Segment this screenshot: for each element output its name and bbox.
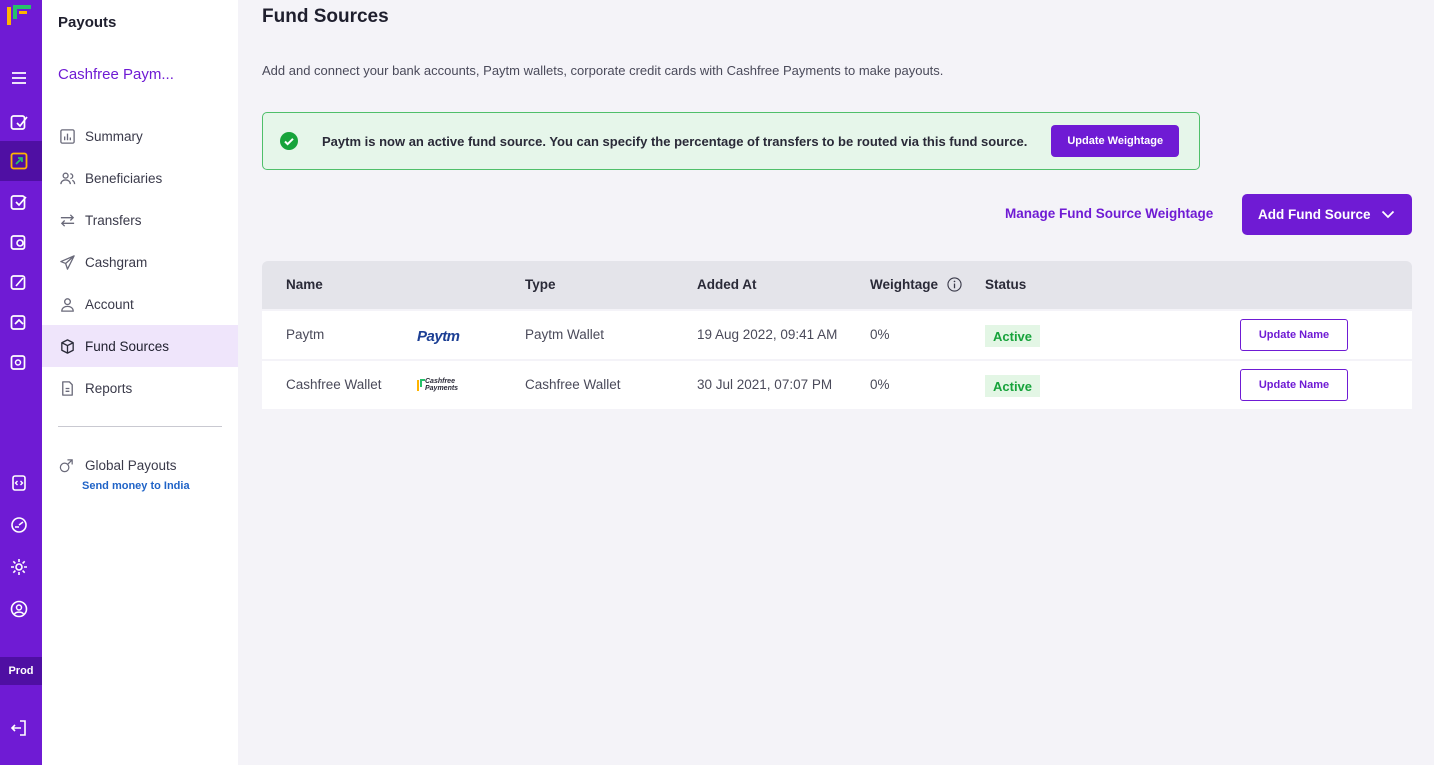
page-description: Add and connect your bank accounts, Payt… bbox=[262, 63, 944, 78]
fund-source-weightage: 0% bbox=[870, 377, 890, 392]
paytm-logo-text: Paytm bbox=[417, 328, 460, 345]
sidebar-item-label: Summary bbox=[85, 128, 143, 144]
sidebar-item-label: Account bbox=[85, 296, 134, 312]
cashfree-logo-text: Cashfree Payments bbox=[425, 378, 458, 392]
sidebar-item-label: Beneficiaries bbox=[85, 170, 163, 186]
product-icon[interactable] bbox=[8, 271, 30, 293]
transfer-arrows-icon bbox=[58, 211, 76, 229]
paytm-logo: Paytm bbox=[417, 328, 460, 345]
global-payouts-label: Global Payouts bbox=[85, 457, 177, 473]
box-icon bbox=[58, 337, 76, 355]
global-payouts-link[interactable]: Global Payouts bbox=[58, 456, 190, 474]
sidebar-item-label: Fund Sources bbox=[85, 338, 170, 354]
profile-icon[interactable] bbox=[8, 598, 30, 620]
add-fund-source-button[interactable]: Add Fund Source bbox=[1242, 194, 1412, 235]
sidebar-item-label: Transfers bbox=[85, 212, 142, 228]
banner-message: Paytm is now an active fund source. You … bbox=[322, 133, 1028, 149]
bar-chart-icon bbox=[58, 127, 76, 145]
sidebar-item-fund-sources[interactable]: Fund Sources bbox=[42, 325, 238, 367]
cashfree-logo: Cashfree Payments bbox=[417, 378, 458, 392]
product-icon[interactable] bbox=[8, 311, 30, 333]
sidebar-item-label: Reports bbox=[85, 380, 133, 396]
send-money-to-india-link[interactable]: Send money to India bbox=[82, 480, 190, 492]
sidebar-item-cashgram[interactable]: Cashgram bbox=[42, 241, 238, 283]
developers-icon[interactable] bbox=[8, 472, 30, 494]
page-title: Fund Sources bbox=[262, 6, 389, 27]
fund-source-weightage: 0% bbox=[870, 327, 890, 342]
sidebar-item-summary[interactable]: Summary bbox=[42, 115, 238, 157]
cashfree-logo-line-2: Payments bbox=[425, 385, 459, 392]
analytics-icon[interactable] bbox=[8, 514, 30, 536]
side-navigation: Payouts Cashfree Paym... Summary Benefic… bbox=[42, 0, 238, 765]
global-payouts-section: Global Payouts Send money to India bbox=[58, 456, 190, 492]
column-header-weightage: Weightage bbox=[870, 277, 962, 292]
fund-source-added-at: 30 Jul 2021, 07:07 PM bbox=[697, 377, 833, 392]
cashfree-logo-line-1: Cashfree bbox=[425, 378, 455, 385]
settings-icon[interactable] bbox=[8, 556, 30, 578]
update-name-button[interactable]: Update Name bbox=[1240, 369, 1348, 401]
fund-sources-table: Name Type Added At Weightage Status Payt… bbox=[262, 261, 1412, 409]
chevron-down-icon bbox=[1381, 210, 1395, 219]
globe-transfer-icon bbox=[58, 456, 76, 474]
weightage-header-label: Weightage bbox=[870, 277, 939, 292]
fund-source-name: Paytm bbox=[286, 327, 325, 342]
success-banner: Paytm is now an active fund source. You … bbox=[262, 112, 1200, 170]
user-icon bbox=[58, 295, 76, 313]
column-header-name: Name bbox=[286, 277, 323, 292]
info-icon[interactable] bbox=[947, 277, 962, 292]
icon-rail: Prod bbox=[0, 0, 42, 765]
fund-source-name: Cashfree Wallet bbox=[286, 377, 382, 392]
sidebar-item-label: Cashgram bbox=[85, 254, 148, 270]
fund-source-type: Cashfree Wallet bbox=[525, 377, 621, 392]
payment-gateway-icon[interactable] bbox=[8, 111, 30, 133]
sidebar-item-account[interactable]: Account bbox=[42, 283, 238, 325]
status-badge: Active bbox=[985, 325, 1041, 347]
merchant-selector[interactable]: Cashfree Paym... bbox=[58, 66, 174, 83]
update-name-button[interactable]: Update Name bbox=[1240, 319, 1348, 351]
fund-source-added-at: 19 Aug 2022, 09:41 AM bbox=[697, 327, 838, 342]
paper-plane-icon bbox=[58, 253, 76, 271]
column-header-type: Type bbox=[525, 277, 556, 292]
sidebar-item-beneficiaries[interactable]: Beneficiaries bbox=[42, 157, 238, 199]
table-header: Name Type Added At Weightage Status bbox=[262, 261, 1412, 309]
check-circle-icon bbox=[280, 132, 298, 150]
sidebar-item-transfers[interactable]: Transfers bbox=[42, 199, 238, 241]
update-weightage-button[interactable]: Update Weightage bbox=[1051, 125, 1180, 157]
table-row: Cashfree Wallet Cashfree Payments Cashfre… bbox=[262, 361, 1412, 409]
manage-fund-source-weightage-link[interactable]: Manage Fund Source Weightage bbox=[1005, 206, 1213, 221]
status-badge: Active bbox=[985, 375, 1041, 397]
cashfree-logo-icon[interactable] bbox=[5, 3, 33, 27]
document-icon bbox=[58, 379, 76, 397]
column-header-added-at: Added At bbox=[697, 277, 757, 292]
menu-icon[interactable] bbox=[8, 67, 30, 89]
product-icon[interactable] bbox=[8, 191, 30, 213]
fund-source-type: Paytm Wallet bbox=[525, 327, 605, 342]
sidebar-item-reports[interactable]: Reports bbox=[42, 367, 238, 409]
product-icon[interactable] bbox=[8, 231, 30, 253]
table-row: Paytm Paytm Paytm Wallet 19 Aug 2022, 09… bbox=[262, 311, 1412, 359]
sidebar-divider bbox=[58, 426, 222, 427]
add-fund-source-label: Add Fund Source bbox=[1258, 207, 1371, 222]
environment-badge[interactable]: Prod bbox=[0, 657, 42, 685]
cashfree-mark-icon bbox=[417, 379, 425, 391]
column-header-status: Status bbox=[985, 277, 1027, 292]
product-icon[interactable] bbox=[8, 351, 30, 373]
app-title: Payouts bbox=[58, 14, 117, 31]
payouts-icon[interactable] bbox=[8, 150, 30, 172]
users-icon bbox=[58, 169, 76, 187]
logout-icon[interactable] bbox=[8, 717, 30, 739]
